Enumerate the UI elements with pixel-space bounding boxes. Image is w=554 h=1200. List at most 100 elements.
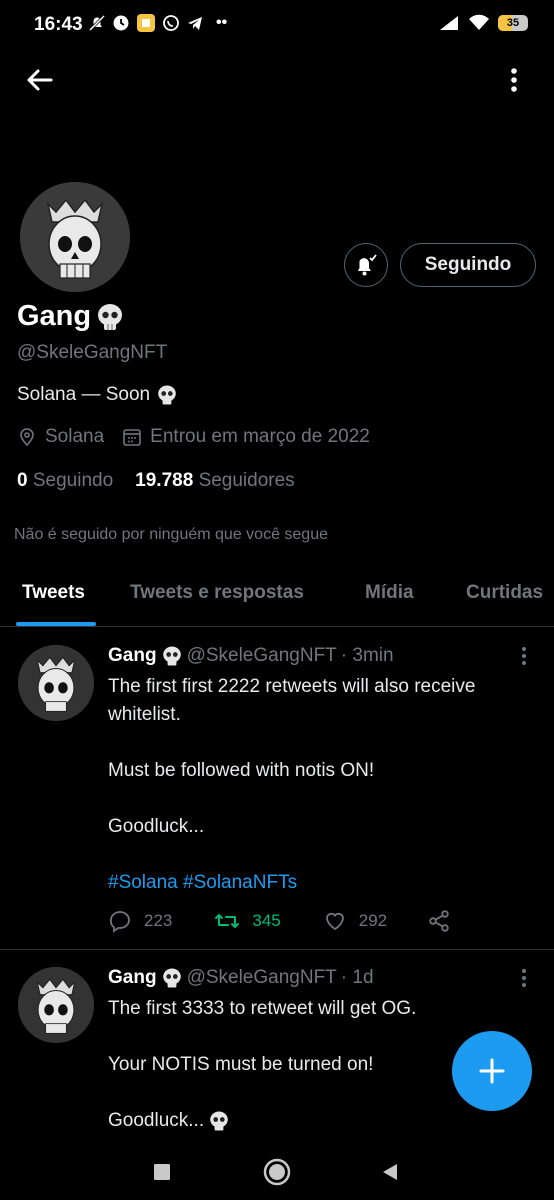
like-button[interactable]: 292 <box>323 909 387 933</box>
more-vertical-icon <box>522 969 526 987</box>
profile-bio: Solana — Soon <box>17 384 178 406</box>
whatsapp-icon <box>163 15 179 31</box>
skull-king-avatar-icon <box>20 182 130 292</box>
tweet-author-handle: @SkeleGangNFT <box>186 967 337 988</box>
following-stat[interactable]: 0 Seguindo <box>17 470 113 492</box>
tweet-hashtags[interactable]: #Solana #SolanaNFTs <box>108 869 528 897</box>
triangle-back-icon <box>383 1164 397 1180</box>
status-time: 16:43 <box>34 14 83 35</box>
clock-icon <box>113 15 129 31</box>
plus-icon <box>479 1058 505 1084</box>
profile-name-text: Gang <box>17 300 92 332</box>
tweet-avatar[interactable] <box>18 645 94 721</box>
profile-name: Gang <box>17 300 125 333</box>
more-vertical-icon <box>522 647 526 665</box>
share-button[interactable] <box>427 909 451 933</box>
reply-icon <box>110 911 130 933</box>
notifications-toggle-button[interactable] <box>344 243 388 287</box>
status-bar: 16:43 •• 35 <box>0 0 554 50</box>
back-button[interactable] <box>24 64 56 96</box>
system-navigation-bar <box>0 1146 554 1200</box>
skull-emoji-icon <box>98 303 123 330</box>
following-label: Seguindo <box>32 470 114 491</box>
retweet-button[interactable]: 345 <box>214 909 281 933</box>
more-notifications-icon: •• <box>216 14 228 31</box>
tweet-text-line: Goodluck... <box>108 816 205 837</box>
tweet-author-name[interactable]: Gang <box>108 645 157 667</box>
profile-bio-text: Solana — Soon <box>17 384 151 405</box>
tweet-author-name[interactable]: Gang <box>108 967 157 989</box>
skull-emoji-icon <box>162 968 181 988</box>
skull-emoji-icon <box>158 385 176 405</box>
more-vertical-icon <box>511 68 517 92</box>
tweet-avatar[interactable] <box>18 967 94 1043</box>
skull-emoji-icon <box>210 1111 228 1131</box>
skull-emoji-icon <box>162 646 181 666</box>
back-nav-button[interactable] <box>374 1156 406 1188</box>
profile-meta: Solana Entrou em março de 2022 <box>17 426 370 448</box>
tweet-timestamp: · 3min <box>340 645 394 666</box>
mute-icon <box>88 14 106 32</box>
telegram-icon <box>188 17 202 30</box>
share-icon <box>429 910 449 932</box>
tab-tweets[interactable]: Tweets <box>22 582 85 604</box>
tweet-text-fragment: Goodluck... <box>108 1110 205 1131</box>
active-tab-indicator <box>16 622 96 626</box>
reply-count: 223 <box>144 911 173 930</box>
tab-tweets-and-replies[interactable]: Tweets e respostas <box>130 582 304 604</box>
like-count: 292 <box>358 911 388 930</box>
followers-count: 19.788 <box>135 470 194 491</box>
tweet-more-button[interactable] <box>514 645 534 669</box>
mutual-followers-note: Não é seguido por ninguém que você segue <box>14 526 328 543</box>
signal-icon <box>440 16 458 30</box>
tweet-text-line: The first 3333 to retweet will get OG. <box>108 998 417 1019</box>
status-notification-icons: •• <box>88 13 227 33</box>
tweet-more-button[interactable] <box>514 967 534 991</box>
wifi-icon <box>469 14 489 30</box>
tab-likes[interactable]: Curtidas <box>466 582 543 604</box>
tab-media[interactable]: Mídia <box>365 582 414 604</box>
compose-tweet-button[interactable] <box>452 1031 532 1111</box>
overflow-menu-button[interactable] <box>498 64 530 96</box>
following-count: 0 <box>17 470 28 491</box>
battery-icon: 35 <box>498 15 528 31</box>
profile-location: Solana <box>45 426 105 447</box>
skull-king-avatar-icon <box>18 967 94 1043</box>
tweet-text-line: Goodluck... <box>108 1107 528 1135</box>
profile-tabs: Tweets Tweets e respostas Mídia Curtidas <box>0 570 554 627</box>
following-button[interactable]: Seguindo <box>400 243 536 287</box>
status-system-icons: 35 <box>438 14 528 32</box>
calendar-icon <box>123 429 141 446</box>
square-icon <box>154 1164 170 1180</box>
tweet-text-line: whitelist. <box>108 704 181 725</box>
location-pin-icon <box>20 428 34 447</box>
tweet-text-line: The first first 2222 retweets will also … <box>108 676 476 697</box>
tweet-timestamp: · 1d <box>340 967 374 988</box>
profile-top-bar <box>0 50 554 114</box>
recents-button[interactable] <box>146 1156 178 1188</box>
heart-icon <box>325 912 344 931</box>
home-button[interactable] <box>261 1156 293 1188</box>
app-notification-icon <box>137 14 155 32</box>
profile-joined-date: Entrou em março de 2022 <box>150 426 370 447</box>
retweet-icon <box>215 914 240 928</box>
arrow-left-icon <box>27 69 53 91</box>
profile-avatar[interactable] <box>20 182 130 292</box>
tweet-text-line: Must be followed with notis ON! <box>108 760 375 781</box>
reply-button[interactable]: 223 <box>108 909 172 933</box>
profile-handle: @SkeleGangNFT <box>17 342 168 363</box>
followers-stat[interactable]: 19.788 Seguidores <box>135 470 295 492</box>
skull-king-avatar-icon <box>18 645 94 721</box>
retweet-count: 345 <box>252 911 281 930</box>
circle-home-icon <box>263 1158 291 1186</box>
tweet-header: Gang @SkeleGangNFT · 1d <box>108 967 374 989</box>
tweet-author-handle: @SkeleGangNFT <box>186 645 337 666</box>
bell-check-icon <box>358 254 377 276</box>
battery-level: 35 <box>506 17 520 29</box>
tweet-header: Gang @SkeleGangNFT · 3min <box>108 645 394 667</box>
followers-label: Seguidores <box>198 470 295 491</box>
tweet-actions: 223 345 292 <box>108 909 451 933</box>
tweet[interactable]: Gang @SkeleGangNFT · 3min The first firs… <box>0 627 554 949</box>
tweet-text: The first first 2222 retweets will also … <box>108 673 528 897</box>
profile-stats: 0 Seguindo 19.788 Seguidores <box>17 470 295 492</box>
